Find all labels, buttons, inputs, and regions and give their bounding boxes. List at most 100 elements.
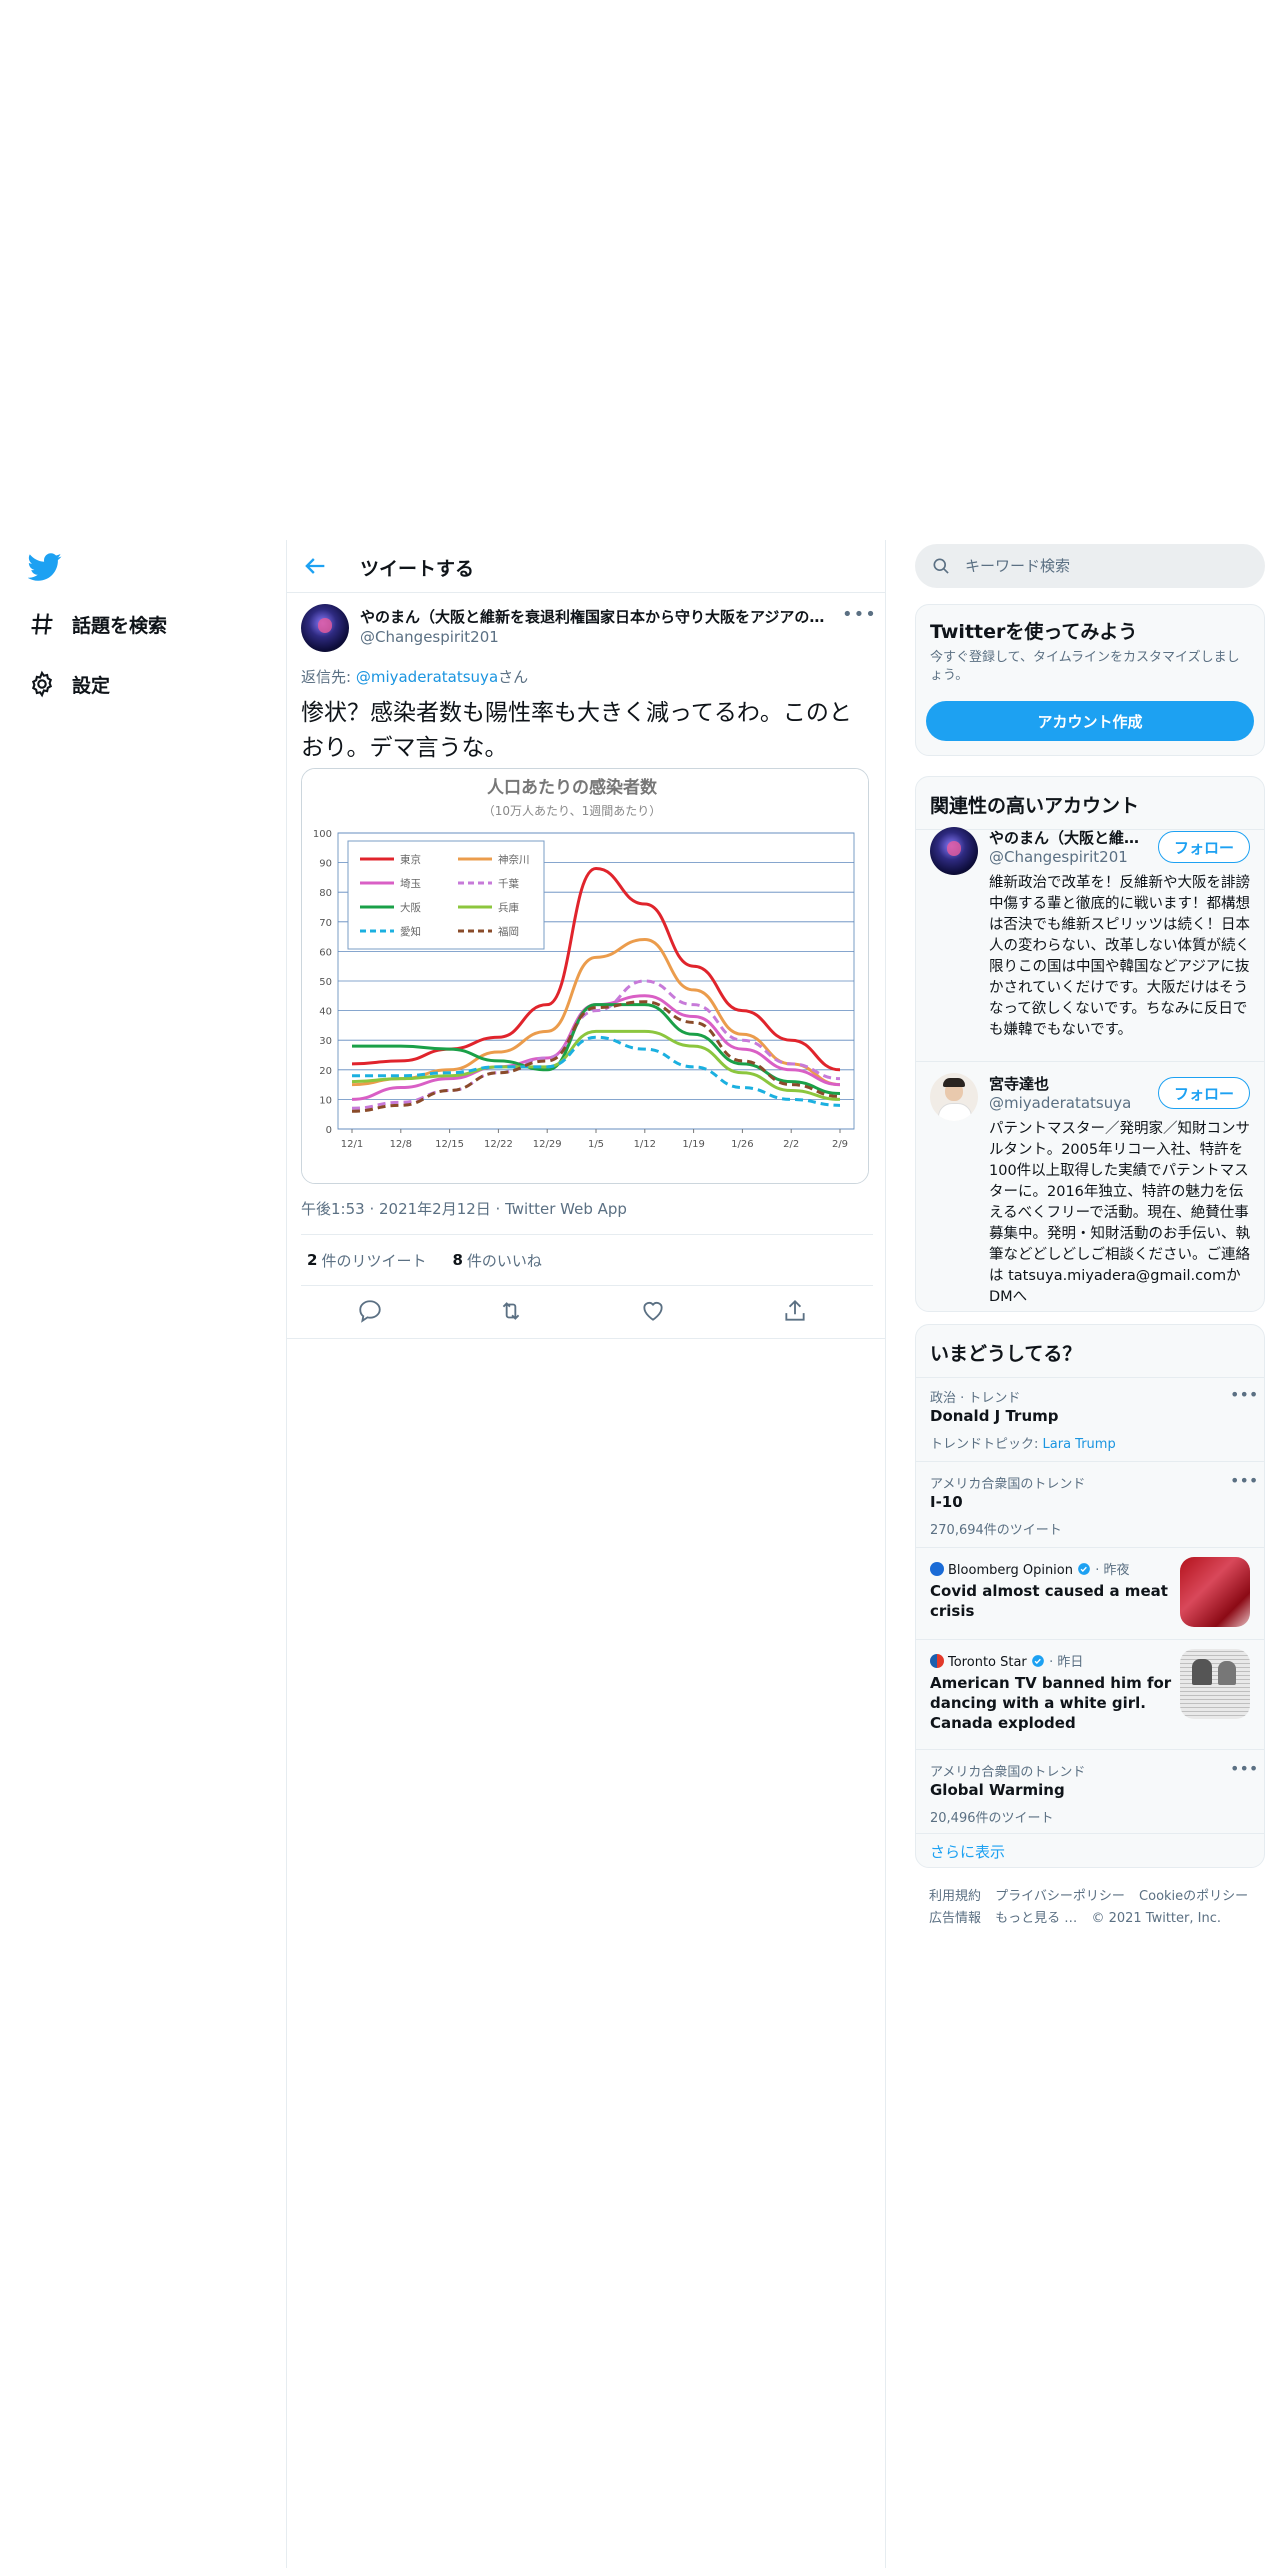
share-icon[interactable] <box>782 1298 808 1324</box>
related-handle-1[interactable]: @Changespirit201 <box>989 848 1128 866</box>
tweet-author-handle[interactable]: @Changespirit201 <box>360 628 499 646</box>
reply-icon[interactable] <box>357 1298 383 1324</box>
news-1-source-line: Bloomberg Opinion · 昨夜 <box>930 1559 1130 1578</box>
tweet-image-chart[interactable]: 人口あたりの感染者数 （10万人あたり、1週間あたり） 0 10 20 30 40 50 6… <box>301 768 869 1184</box>
signup-panel: Twitterを使ってみよう 今すぐ登録して、タイムラインをカスタマイズしましょ… <box>915 604 1265 756</box>
related-name-1[interactable]: やのまん（大阪と維… <box>989 827 1139 848</box>
nav-explore-label: 話題を検索 <box>72 614 168 637</box>
reply-prefix: 返信先: <box>301 668 356 686</box>
trend-2-count: 270,694件のツイート <box>930 1523 1062 1538</box>
retweet-label[interactable]: 件のリツイート <box>321 1250 426 1271</box>
trend-3-title[interactable]: Global Warming <box>930 1781 1065 1799</box>
news-2-source: Toronto Star <box>948 1655 1027 1670</box>
verified-badge-icon <box>1032 1655 1044 1667</box>
trend-1-topic-link[interactable]: Lara Trump <box>1043 1437 1116 1452</box>
y-tick-label: 60 <box>319 947 332 958</box>
related-avatar-1[interactable] <box>930 827 978 875</box>
x-tick-label: 12/8 <box>390 1139 412 1150</box>
news-1-time: · 昨夜 <box>1095 1563 1130 1578</box>
follow-button-2[interactable]: フォロー <box>1158 1077 1250 1109</box>
x-tick-label: 2/9 <box>832 1139 848 1150</box>
like-count[interactable]: 8 <box>452 1251 462 1269</box>
bloomberg-logo-icon <box>930 1562 944 1576</box>
legend-label: 埼玉 <box>400 877 421 890</box>
trend-1-title[interactable]: Donald J Trump <box>930 1407 1059 1425</box>
signup-title: Twitterを使ってみよう <box>930 621 1138 643</box>
retweet-count[interactable]: 2 <box>307 1251 317 1269</box>
news-2-source-line: Toronto Star · 昨日 <box>930 1651 1083 1670</box>
show-more-link[interactable]: さらに表示 <box>930 1841 1005 1862</box>
search-icon <box>933 558 949 574</box>
related-title: 関連性の高いアカウント <box>930 795 1140 817</box>
reply-user-link[interactable]: @miyaderatatsuya <box>356 668 498 686</box>
trend-1-topic-prefix: トレンドトピック: <box>930 1437 1043 1452</box>
trend-2-meta: アメリカ合衆国のトレンド <box>930 1477 1086 1492</box>
footer-links: 利用規約 プライバシーポリシー Cookieのポリシー 広告情報 もっと見る …… <box>929 1886 1269 1930</box>
legend-label: 兵庫 <box>498 901 519 914</box>
legend-label: 神奈川 <box>498 853 530 866</box>
more-options-icon[interactable]: ••• <box>842 604 877 625</box>
related-bio-2: パテントマスター／発明家／知財コンサルタント。2005年リコー入社、特許を100… <box>989 1121 1250 1305</box>
trend-3-more-icon[interactable]: ••• <box>1230 1759 1258 1778</box>
trend-1-meta: 政治 · トレンド <box>930 1391 1021 1406</box>
y-tick-label: 100 <box>313 829 332 840</box>
author-avatar[interactable] <box>301 604 349 652</box>
y-tick-label: 50 <box>319 977 332 988</box>
newspaper-photo-thumbnail[interactable] <box>1180 1649 1250 1719</box>
footer-terms[interactable]: 利用規約 <box>929 1889 981 1904</box>
meat-photo-thumbnail[interactable] <box>1180 1557 1250 1627</box>
search-input[interactable] <box>963 556 1247 576</box>
signup-desc: 今すぐ登録して、タイムラインをカスタマイズしましょう。 <box>930 650 1240 683</box>
tweet-text: 惨状？感染者数も陽性率も大きく減ってるわ。このとおり。デマ言うな。 <box>301 700 852 761</box>
legend-label: 大阪 <box>400 901 421 914</box>
main-column: ツイートする やのまん（大阪と維新を衰退利権国家日本から守り大阪をアジアの… @… <box>286 540 886 2568</box>
nav-explore[interactable]: 話題を検索 <box>28 602 167 646</box>
y-tick-label: 0 <box>326 1125 332 1136</box>
y-tick-label: 10 <box>319 1095 332 1106</box>
footer-privacy[interactable]: プライバシーポリシー <box>995 1889 1125 1904</box>
related-name-2[interactable]: 宮寺達也 <box>989 1073 1139 1094</box>
x-tick-label: 1/19 <box>682 1139 704 1150</box>
news-1-title[interactable]: Covid almost caused a meat crisis <box>930 1581 1180 1621</box>
trend-3-count: 20,496件のツイート <box>930 1811 1054 1826</box>
tweet-author-name[interactable]: やのまん（大阪と維新を衰退利権国家日本から守り大阪をアジアの… <box>360 606 830 627</box>
chart-title: 人口あたりの感染者数 <box>487 777 658 798</box>
y-tick-label: 30 <box>319 1036 332 1047</box>
related-accounts-panel: 関連性の高いアカウント やのまん（大阪と維… @Changespirit201 … <box>915 776 1265 1312</box>
trends-title: いまどうしてる？ <box>930 1343 1082 1365</box>
y-tick-label: 20 <box>319 1066 332 1077</box>
like-label[interactable]: 件のいいね <box>467 1250 542 1271</box>
trend-1-more-icon[interactable]: ••• <box>1230 1385 1258 1404</box>
toronto-star-logo-icon <box>930 1654 944 1668</box>
y-tick-label: 80 <box>319 888 332 899</box>
back-arrow-icon[interactable] <box>301 552 329 580</box>
nav-settings[interactable]: 設定 <box>28 662 110 706</box>
footer-more[interactable]: もっと見る … <box>995 1911 1077 1926</box>
legend-label: 千葉 <box>498 877 519 890</box>
verified-badge-icon <box>1078 1563 1090 1575</box>
tweet-timestamp[interactable]: 午後1:53 · 2021年2月12日 · Twitter Web App <box>301 1198 627 1219</box>
trend-2-more-icon[interactable]: ••• <box>1230 1471 1258 1490</box>
y-tick-label: 40 <box>319 1007 332 1018</box>
infection-chart: 人口あたりの感染者数 （10万人あたり、1週間あたり） 0 10 20 30 40 50 6… <box>302 769 868 1183</box>
x-tick-label: 12/29 <box>533 1139 562 1150</box>
footer-ads[interactable]: 広告情報 <box>929 1911 981 1926</box>
related-handle-2[interactable]: @miyaderatatsuya <box>989 1094 1131 1112</box>
legend-label: 福岡 <box>498 925 519 938</box>
create-account-button[interactable]: アカウント作成 <box>926 701 1254 741</box>
follow-button-1[interactable]: フォロー <box>1158 831 1250 863</box>
related-avatar-2[interactable] <box>930 1073 978 1121</box>
page-title: ツイートする <box>360 558 475 580</box>
hashtag-icon <box>31 613 53 635</box>
news-2-title[interactable]: American TV banned him for dancing with … <box>930 1673 1180 1733</box>
x-tick-label: 2/2 <box>783 1139 799 1150</box>
search-bar[interactable] <box>915 544 1265 588</box>
like-heart-icon[interactable] <box>640 1298 666 1324</box>
x-tick-label: 12/22 <box>484 1139 513 1150</box>
retweet-icon[interactable] <box>498 1298 524 1324</box>
twitter-bird-icon[interactable] <box>28 550 62 584</box>
footer-cookie[interactable]: Cookieのポリシー <box>1139 1889 1248 1904</box>
footer-copyright: © 2021 Twitter, Inc. <box>1091 1911 1221 1926</box>
trend-2-title[interactable]: I-10 <box>930 1493 963 1511</box>
nav-settings-label: 設定 <box>72 674 111 697</box>
